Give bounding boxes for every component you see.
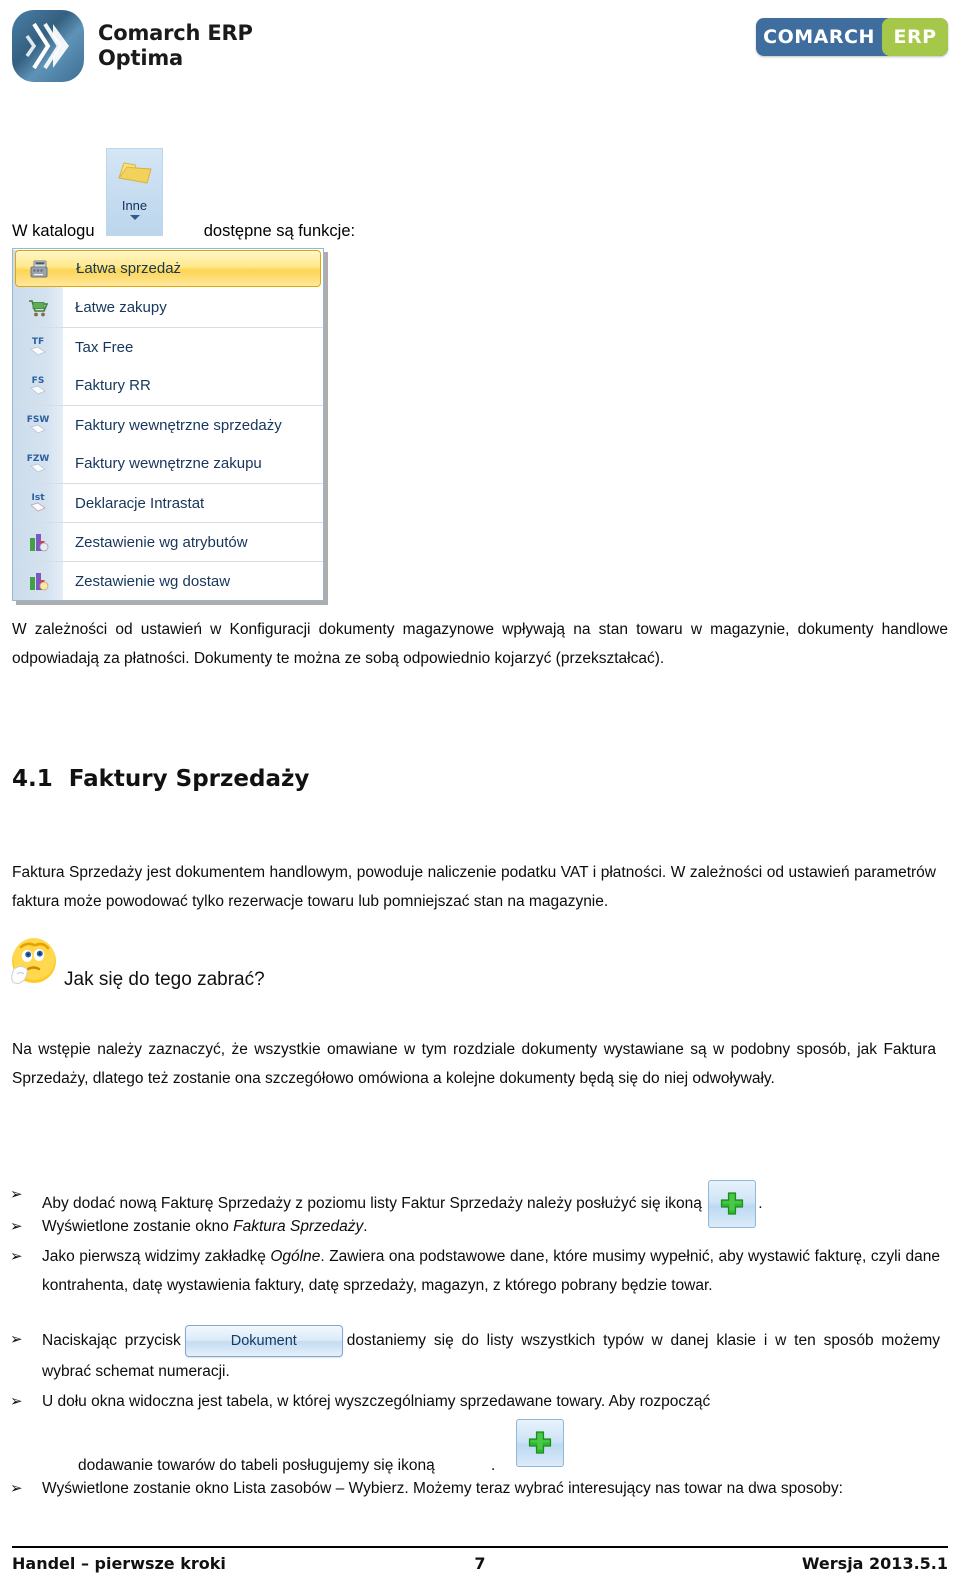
menu-item-deklaracje-intrastat[interactable]: Ist Deklaracje Intrastat [13, 483, 323, 522]
menu-item-faktury-wewnetrzne-sprzedazy[interactable]: FSW Faktury wewnętrzne sprzedaży [13, 405, 323, 444]
paragraph-na-wstepie: Na wstępie należy zaznaczyć, że wszystki… [12, 1041, 936, 1087]
bullet-marker: ➢ [10, 1330, 23, 1348]
cash-register-icon [16, 258, 64, 280]
bullet-marker: ➢ [10, 1392, 23, 1410]
bullet-marker: ➢ [10, 1247, 23, 1265]
svg-text:Ist: Ist [31, 493, 45, 503]
add-plus-button[interactable] [516, 1419, 564, 1467]
bullet-przycisk-dokument: ➢ Naciskając przycisk Dokument dostaniemy … [10, 1325, 940, 1386]
bullet-text-end: . [758, 1195, 763, 1213]
menu-item-faktury-wewnetrzne-zakupu[interactable]: FZW Faktury wewnętrzne zakupu [13, 444, 323, 483]
bullet-dodawanie-towarow: dodawanie towarów do tabeli posługujemy … [78, 1419, 938, 1480]
dokument-button[interactable]: Dokument [184, 1325, 343, 1357]
product-name-line2: Optima [98, 46, 183, 70]
inne-dropdown-menu[interactable]: Łatwa sprzedaż Łatwe zakupy TF Tax Free … [12, 248, 324, 601]
fsw-document-icon: FSW [13, 413, 63, 437]
bullet-text: Wyświetlone zostanie okno [42, 1218, 234, 1235]
svg-text:TF: TF [32, 337, 44, 347]
bullet-text: Naciskając przycisk [42, 1332, 181, 1350]
product-name-line1: Comarch ERP [98, 21, 253, 46]
bullet-marker: ➢ [10, 1479, 23, 1497]
section-number: 4.1 [12, 766, 53, 792]
bullet-text: Jako pierwszą widzimy zakładkę [42, 1248, 271, 1265]
bullet-text: Wyświetlone zostanie okno Lista zasobów … [42, 1480, 843, 1497]
page-footer: Handel – pierwsze kroki 7 Wersja 2013.5.… [12, 1554, 948, 1573]
comarch-wordmark: COMARCH [763, 26, 875, 48]
section-title: Faktury Sprzedaży [68, 766, 310, 792]
ist-document-icon: Ist [13, 491, 63, 515]
footer-left-label: Handel – pierwsze kroki [12, 1554, 226, 1573]
fzw-document-icon: FZW [13, 452, 63, 476]
menu-item-label: Zestawienie wg atrybutów [75, 533, 248, 551]
comarch-erp-logo: COMARCH ERP [756, 18, 948, 56]
fs-document-icon: FS [13, 374, 63, 398]
bullet-emphasis: Ogólne [270, 1248, 321, 1265]
page-header: Comarch ERP Optima COMARCH ERP [0, 0, 960, 100]
menu-item-faktury-rr[interactable]: FS Faktury RR [13, 366, 323, 405]
bar-chart-icon [13, 531, 63, 553]
comarch-optima-brand: Comarch ERP Optima [12, 10, 253, 82]
bullet-zakladka-ogolne: ➢ Jako pierwszą widzimy zakładkę Ogólne.… [10, 1242, 940, 1300]
section-heading-4-1: 4.1 Faktury Sprzedaży [12, 766, 309, 792]
thinking-face-icon [8, 935, 60, 993]
how-to-callout: Jak się do tego zabrać? [8, 935, 265, 993]
comarch-logo-icon [12, 10, 84, 82]
product-name: Comarch ERP Optima [98, 21, 253, 71]
menu-item-label: Zestawienie wg dostaw [75, 572, 231, 590]
menu-item-zestawienie-wg-dostaw[interactable]: Zestawienie wg dostaw [13, 561, 323, 600]
intro-sentence: W katalogu dostępne są funkcje: [12, 218, 355, 244]
bullet-marker: ➢ [10, 1185, 23, 1203]
menu-item-latwe-zakupy[interactable]: Łatwe zakupy [13, 288, 323, 327]
menu-item-zestawienie-wg-atrybutow[interactable]: Zestawienie wg atrybutów [13, 522, 323, 561]
bullet-emphasis: Faktura Sprzedaży [233, 1218, 364, 1235]
intro-text-before: W katalogu [12, 222, 95, 240]
erp-wordmark: ERP [882, 18, 948, 56]
menu-item-label: Tax Free [75, 338, 134, 356]
menu-item-latwa-sprzedaz[interactable]: Łatwa sprzedaż [15, 250, 321, 287]
intro-text-after: dostępne są funkcje: [203, 222, 356, 240]
footer-version-label: Wersja 2013.5.1 [801, 1554, 948, 1573]
shopping-cart-icon [13, 297, 63, 319]
bar-chart-icon [13, 570, 63, 592]
bullet-lista-zasobow: ➢ Wyświetlone zostanie okno Lista zasobó… [10, 1474, 940, 1503]
svg-text:FZW: FZW [27, 454, 50, 464]
paragraph-faktura-sprzedazy: Faktura Sprzedaży jest dokumentem handlo… [12, 864, 936, 910]
menu-item-label: Deklaracje Intrastat [75, 494, 205, 512]
how-to-callout-text: Jak się do tego zabrać? [64, 969, 265, 990]
bullet-okno-faktura: ➢ Wyświetlone zostanie okno Faktura Sprz… [10, 1212, 922, 1241]
paragraph-magazyn: W zależności od ustawień w Konfiguracji … [12, 621, 948, 667]
bullet-text-cont: dodawanie towarów do tabeli posługujemy … [78, 1457, 435, 1474]
inne-folder-label: Inne [121, 198, 148, 213]
tf-document-icon: TF [13, 335, 63, 359]
svg-text:FSW: FSW [27, 415, 50, 425]
menu-item-label: Faktury wewnętrzne sprzedaży [75, 416, 282, 434]
svg-text:FS: FS [32, 376, 45, 386]
bullet-tabela-towary: ➢ U dołu okna widoczna jest tabela, w kt… [10, 1387, 940, 1416]
menu-item-label: Łatwe zakupy [75, 299, 167, 316]
page-number: 7 [474, 1554, 486, 1573]
bullet-text: Aby dodać nową Fakturę Sprzedaży z pozio… [42, 1195, 702, 1213]
menu-item-label: Łatwa sprzedaż [76, 260, 182, 277]
folder-icon [117, 162, 152, 184]
menu-item-label: Faktury RR [75, 377, 151, 394]
footer-divider [12, 1546, 948, 1548]
menu-item-label: Faktury wewnętrzne zakupu [75, 455, 262, 472]
bullet-text: U dołu okna widoczna jest tabela, w któr… [42, 1393, 711, 1410]
bullet-marker: ➢ [10, 1217, 23, 1235]
bullet-text-end: . [363, 1218, 368, 1235]
bullet-text-end: . [491, 1457, 496, 1474]
menu-item-tax-free[interactable]: TF Tax Free [13, 327, 323, 366]
